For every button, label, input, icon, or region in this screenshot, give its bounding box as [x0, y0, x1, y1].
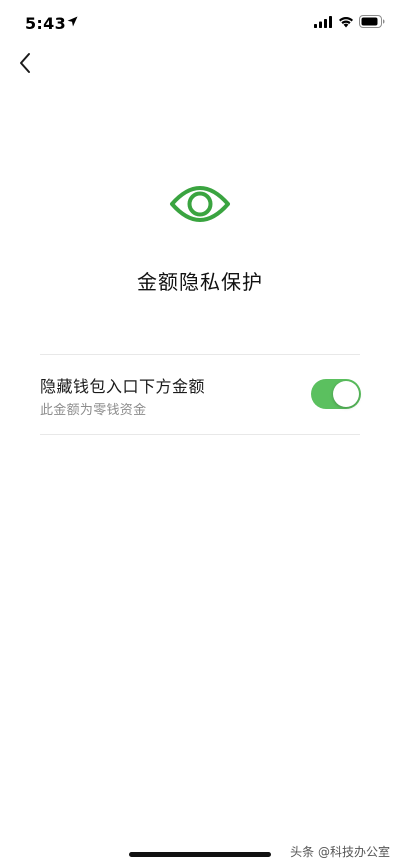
divider	[40, 434, 360, 435]
hide-amount-toggle[interactable]	[311, 379, 361, 409]
eye-icon	[170, 186, 230, 222]
setting-label: 隐藏钱包入口下方金额	[40, 377, 206, 396]
battery-icon	[359, 15, 385, 28]
setting-row-hide-amount: 隐藏钱包入口下方金额 此金额为零钱资金	[40, 355, 361, 434]
location-arrow-icon	[67, 16, 78, 27]
chevron-left-icon	[20, 53, 30, 73]
signal-bars-icon	[314, 16, 332, 28]
wifi-icon	[339, 17, 353, 28]
back-button[interactable]	[14, 50, 38, 76]
toggle-knob	[333, 381, 359, 407]
status-time: 5:43	[25, 14, 66, 33]
watermark-text: 头条 @科技办公室	[290, 845, 390, 859]
screen: 5:43 金额隐私保护 隐藏钱包入口下方金额 此金额为零钱资金 头条 @科技办公…	[0, 0, 400, 865]
setting-description: 此金额为零钱资金	[40, 403, 147, 418]
status-bar: 5:43	[0, 0, 400, 46]
home-indicator[interactable]	[129, 852, 271, 857]
page-title: 金额隐私保护	[137, 270, 263, 294]
